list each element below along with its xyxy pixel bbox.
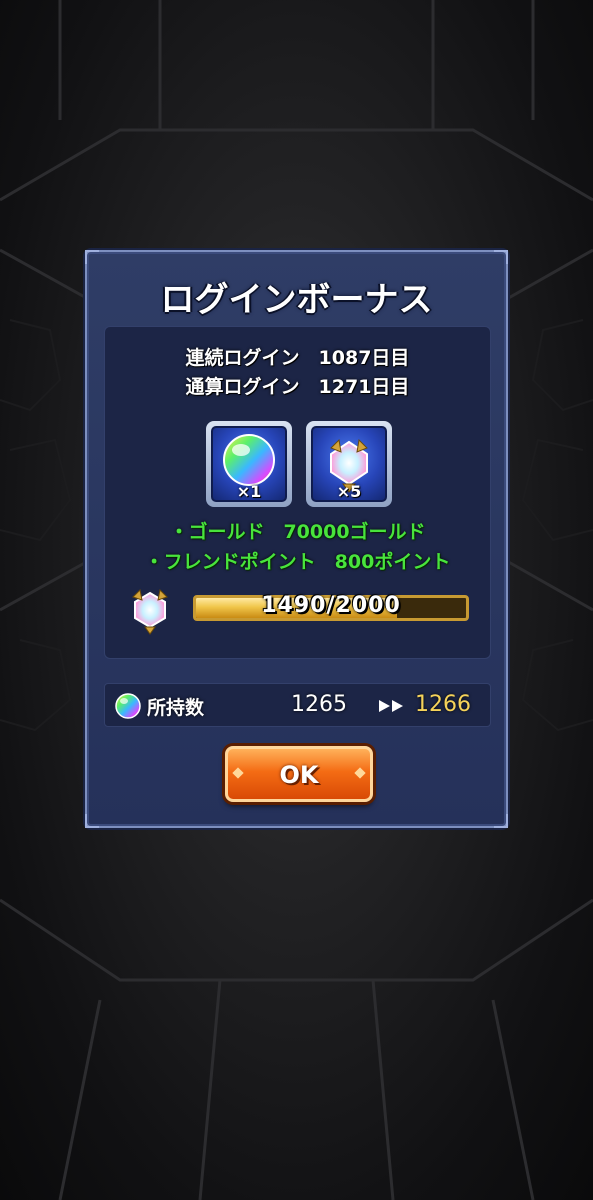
bonus-friend-points-text: ・フレンドポイント 800ポイント [144,551,451,573]
ok-button-label: OK [279,761,319,789]
dialog-corner [494,814,508,828]
rainbow-orb-icon [115,693,141,719]
dialog-corner [494,250,508,264]
reward-item-orb[interactable]: ×1 [206,421,292,507]
owned-before-value: 1265 [291,692,347,717]
progress-text: 1490/2000 [261,593,401,618]
reward-item-shard[interactable]: ×5 [306,421,392,507]
dialog-corner [85,250,99,264]
total-login-text: 通算ログイン 1271日目 [185,376,410,398]
owned-label: 所持数 [147,697,205,719]
dialog-corner [85,814,99,828]
login-bonus-dialog: ログインボーナス 連続ログイン 1087日目 通算ログイン 1271日目 ×1 … [85,250,508,828]
ok-button[interactable]: OK [225,746,373,802]
bonus-gold-text: ・ゴールド 70000ゴールド [169,521,426,543]
owned-count-row: 所持数 1265 1266 [104,683,491,727]
reward-count: ×1 [236,482,262,501]
crystal-shard-icon [132,588,168,635]
consecutive-login-text: 連続ログイン 1087日目 [185,347,410,369]
reward-panel: 連続ログイン 1087日目 通算ログイン 1271日目 ×1 ×5 ・ゴールド … [104,326,491,659]
reward-count: ×5 [336,482,362,501]
owned-after-value: 1266 [415,692,471,717]
double-arrow-icon [379,700,403,712]
dialog-title: ログインボーナス [160,280,433,320]
